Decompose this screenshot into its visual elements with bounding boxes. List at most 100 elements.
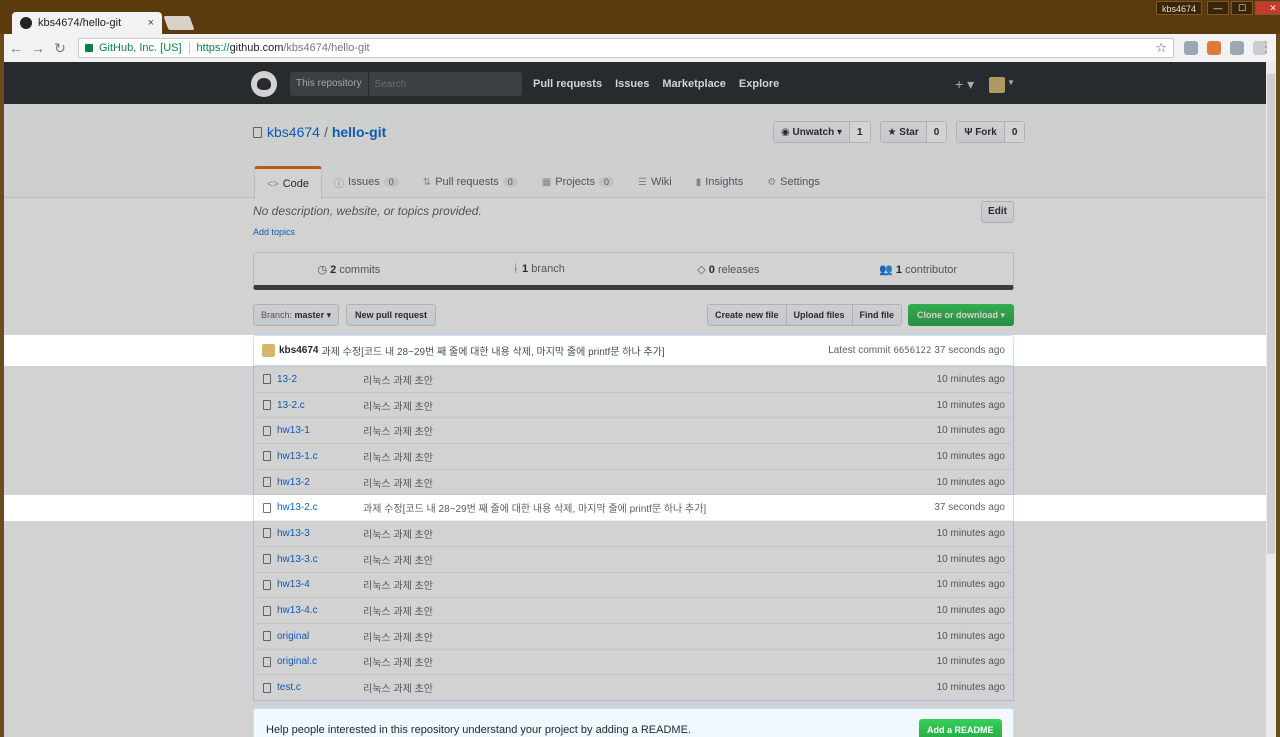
readme-prompt: Help people interested in this repositor… bbox=[253, 708, 1014, 737]
nav-issues[interactable]: Issues bbox=[615, 78, 649, 90]
releases-link[interactable]: ◇ 0 releases bbox=[634, 263, 824, 276]
nav-pull-requests[interactable]: Pull requests bbox=[533, 78, 602, 90]
close-window-button[interactable]: ✕ bbox=[1255, 1, 1280, 15]
file-name-link[interactable]: hw13-3.c bbox=[277, 554, 363, 565]
file-icon bbox=[263, 579, 271, 590]
star-count[interactable]: 0 bbox=[926, 122, 947, 142]
forward-arrow-icon[interactable]: → bbox=[28, 40, 48, 56]
file-commit-message[interactable]: 리눅스 과제 초안 bbox=[363, 552, 937, 567]
file-commit-message[interactable]: 리눅스 과제 초안 bbox=[363, 680, 937, 695]
eye-icon: ◉ bbox=[781, 126, 793, 138]
branch-link[interactable]: ᚿ 1 branch bbox=[444, 263, 634, 275]
fork-count[interactable]: 0 bbox=[1004, 122, 1025, 142]
releases-count: 0 bbox=[708, 263, 715, 276]
tab-code[interactable]: <> Code bbox=[254, 166, 322, 199]
nav-explore[interactable]: Explore bbox=[739, 78, 779, 90]
numbers-summary: ◷ 2 commits ᚿ 1 branch ◇ 0 releases 👥 1 … bbox=[253, 252, 1014, 290]
back-arrow-icon[interactable]: ← bbox=[6, 40, 26, 56]
create-new-file-button[interactable]: Create new file bbox=[708, 305, 787, 325]
new-pull-request-button[interactable]: New pull request bbox=[346, 304, 437, 326]
find-file-button[interactable]: Find file bbox=[852, 305, 902, 325]
file-name-link[interactable]: hw13-4 bbox=[277, 579, 363, 590]
tab-settings[interactable]: ⚙ Settings bbox=[755, 166, 832, 198]
file-name-link[interactable]: hw13-2.c bbox=[277, 502, 363, 513]
file-age: 10 minutes ago bbox=[936, 373, 1005, 385]
new-tab-button[interactable] bbox=[163, 16, 195, 30]
maximize-button[interactable]: ☐ bbox=[1231, 1, 1253, 15]
browser-tab[interactable]: kbs4674/hello-git × bbox=[12, 12, 162, 34]
star-button[interactable]: ★ Star bbox=[880, 122, 927, 142]
tab-close-icon[interactable]: × bbox=[148, 17, 154, 29]
tab-issues[interactable]: ⓘ Issues 0 bbox=[322, 166, 411, 198]
file-age: 10 minutes ago bbox=[936, 630, 1005, 642]
file-name-link[interactable]: hw13-2 bbox=[277, 477, 363, 488]
clone-download-button[interactable]: Clone or download ▾ bbox=[908, 304, 1014, 326]
file-commit-message[interactable]: 과제 수정[코드 내 28~29번 째 줄에 대한 내용 삭제, 마지막 줄에 … bbox=[363, 500, 934, 515]
extension-icon[interactable] bbox=[1184, 41, 1198, 55]
file-name-link[interactable]: hw13-1.c bbox=[277, 451, 363, 462]
commit-sha[interactable]: 6656122 bbox=[893, 346, 931, 356]
file-commit-message[interactable]: 리눅스 과제 초안 bbox=[363, 398, 937, 413]
page-scrollbar[interactable] bbox=[1266, 62, 1276, 737]
watch-count[interactable]: 1 bbox=[849, 122, 870, 142]
file-name-link[interactable]: hw13-1 bbox=[277, 425, 363, 436]
fork-button[interactable]: Ψ Fork bbox=[957, 122, 1005, 142]
extension-icon[interactable] bbox=[1207, 41, 1221, 55]
browser-menu-icon[interactable]: · · · bbox=[1262, 37, 1270, 58]
scrollbar-thumb[interactable] bbox=[1267, 74, 1275, 554]
upload-files-button[interactable]: Upload files bbox=[786, 305, 853, 325]
extension-icon[interactable] bbox=[1230, 41, 1244, 55]
avatar[interactable] bbox=[989, 77, 1005, 93]
branch-prefix: Branch: bbox=[261, 310, 293, 320]
window-user-badge[interactable]: kbs4674 bbox=[1156, 1, 1203, 15]
file-commit-message[interactable]: 리눅스 과제 초안 bbox=[363, 526, 937, 541]
file-commit-message[interactable]: 리눅스 과제 초안 bbox=[363, 654, 937, 669]
edit-button[interactable]: Edit bbox=[981, 201, 1014, 223]
table-row: hw13-2.c 과제 수정[코드 내 28~29번 째 줄에 대한 내용 삭제,… bbox=[254, 494, 1013, 521]
star-label: Star bbox=[899, 126, 919, 138]
search-input[interactable] bbox=[368, 78, 519, 90]
file-commit-message[interactable]: 리눅스 과제 초안 bbox=[363, 423, 937, 438]
commit-message[interactable]: 과제 수정[코드 내 28~29번 째 줄에 대한 내용 삭제, 마지막 줄에 … bbox=[321, 343, 828, 358]
tab-insights[interactable]: ▮ Insights bbox=[684, 166, 755, 198]
file-name-link[interactable]: 13-2 bbox=[277, 374, 363, 385]
file-name-link[interactable]: test.c bbox=[277, 682, 363, 693]
tab-wiki[interactable]: ☰ Wiki bbox=[626, 166, 684, 198]
file-name-link[interactable]: original.c bbox=[277, 656, 363, 667]
repo-owner-link[interactable]: kbs4674 bbox=[267, 124, 320, 140]
file-commit-message[interactable]: 리눅스 과제 초안 bbox=[363, 629, 937, 644]
fork-label: Fork bbox=[975, 126, 997, 138]
reload-icon[interactable]: ↻ bbox=[50, 40, 70, 57]
file-commit-message[interactable]: 리눅스 과제 초안 bbox=[363, 372, 937, 387]
tab-projects[interactable]: ▦ Projects 0 bbox=[530, 166, 626, 198]
unwatch-button[interactable]: ◉ Unwatch ▾ bbox=[774, 122, 850, 142]
chevron-down-icon[interactable]: ▼ bbox=[1007, 78, 1015, 87]
file-commit-message[interactable]: 리눅스 과제 초안 bbox=[363, 449, 937, 464]
repo-title: kbs4674 / hello-git bbox=[253, 124, 386, 140]
add-topics-link[interactable]: Add topics bbox=[253, 227, 295, 237]
github-favicon-icon bbox=[20, 17, 32, 29]
avatar[interactable] bbox=[262, 344, 275, 357]
branch-select-button[interactable]: Branch: master ▾ bbox=[253, 304, 340, 326]
minimize-button[interactable]: — bbox=[1207, 1, 1229, 15]
repo-name-link[interactable]: hello-git bbox=[332, 124, 386, 140]
file-commit-message[interactable]: 리눅스 과제 초안 bbox=[363, 475, 937, 490]
file-name-link[interactable]: 13-2.c bbox=[277, 400, 363, 411]
address-bar[interactable]: GitHub, Inc. [US] https:// github.com /k… bbox=[78, 38, 1174, 58]
add-readme-button[interactable]: Add a README bbox=[919, 719, 1002, 737]
github-logo-icon[interactable] bbox=[251, 71, 277, 97]
file-commit-message[interactable]: 리눅스 과제 초안 bbox=[363, 603, 937, 618]
bookmark-star-icon[interactable]: ☆ bbox=[1155, 40, 1167, 56]
commits-count: 2 bbox=[330, 263, 337, 276]
file-name-link[interactable]: original bbox=[277, 631, 363, 642]
file-commit-message[interactable]: 리눅스 과제 초안 bbox=[363, 577, 937, 592]
create-new-menu[interactable]: + ▾ bbox=[955, 76, 974, 93]
watch-group: ◉ Unwatch ▾ 1 bbox=[773, 121, 871, 143]
file-name-link[interactable]: hw13-4.c bbox=[277, 605, 363, 616]
tab-pull-requests[interactable]: ⇅ Pull requests 0 bbox=[411, 166, 530, 198]
commits-link[interactable]: ◷ 2 commits bbox=[254, 263, 444, 276]
commit-author[interactable]: kbs4674 bbox=[279, 345, 318, 356]
contributors-link[interactable]: 👥 1 contributor bbox=[823, 263, 1013, 276]
file-name-link[interactable]: hw13-3 bbox=[277, 528, 363, 539]
nav-marketplace[interactable]: Marketplace bbox=[662, 78, 726, 90]
